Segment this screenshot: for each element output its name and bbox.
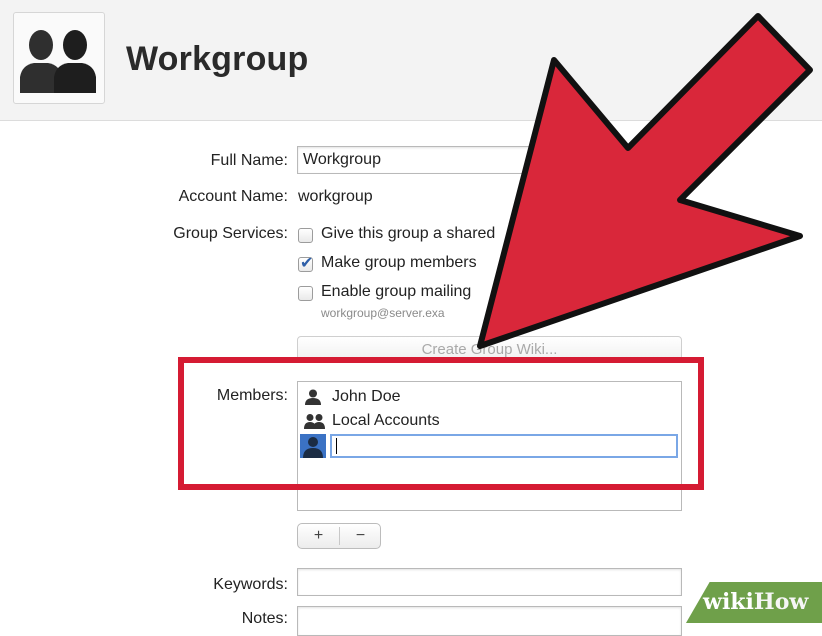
- red-arrow-annotation: [477, 13, 813, 349]
- wikihow-watermark: wikiHow: [675, 582, 822, 623]
- watermark-how-text: How: [753, 589, 809, 615]
- watermark-wiki-text: wiki: [703, 589, 754, 615]
- watermark-logo: wikiHow: [703, 589, 808, 615]
